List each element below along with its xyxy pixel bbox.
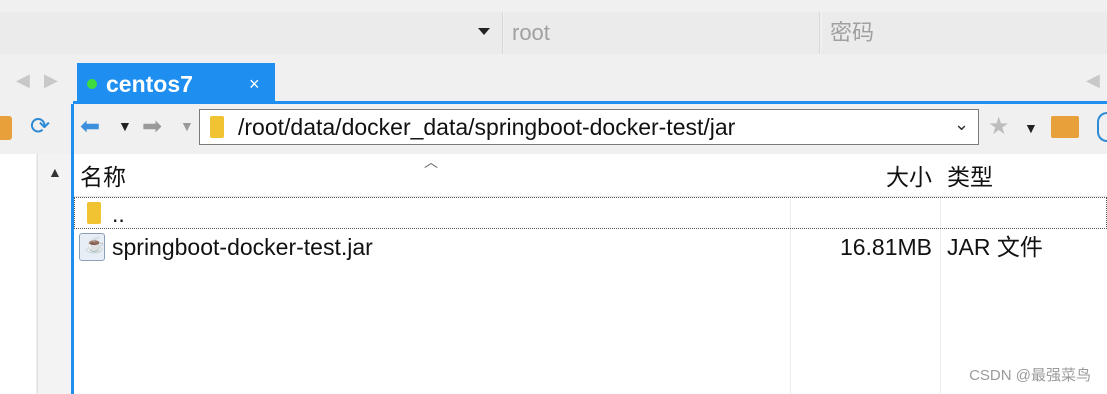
list-item[interactable]: .. [74, 197, 1107, 229]
file-list: ︿ 名称 大小 类型 .. ☕ springboot-docker-test.j… [74, 154, 1107, 394]
refresh-icon[interactable] [1097, 112, 1107, 142]
forward-dropdown-icon[interactable]: ▼ [180, 118, 194, 134]
file-size: 16.81MB [839, 234, 932, 260]
host-dropdown-icon[interactable] [478, 28, 490, 35]
tab-label: centos7 [106, 71, 193, 97]
java-jar-icon: ☕ [79, 233, 105, 261]
path-text: /root/data/docker_data/springboot-docker… [238, 114, 736, 140]
back-dropdown-icon[interactable]: ▼ [118, 118, 132, 134]
forward-icon[interactable]: ➡ [142, 112, 162, 142]
tab-list-left-icon[interactable]: ◀ [1086, 70, 1100, 91]
password-input[interactable]: 密码 [822, 12, 1107, 54]
tab-scroll-left-icon[interactable]: ◀ [16, 70, 30, 91]
list-header: ︿ 名称 大小 类型 [74, 154, 1107, 197]
tab-centos7[interactable]: centos7 × [77, 63, 275, 103]
tab-scroll-right-icon[interactable]: ▶ [44, 70, 58, 91]
home-folder-icon[interactable] [0, 116, 12, 140]
watermark: CSDN @最强菜鸟 [969, 367, 1091, 384]
list-item[interactable]: ☕ springboot-docker-test.jar 16.81MB JAR… [74, 231, 1107, 263]
path-input[interactable]: /root/data/docker_data/springboot-docker… [199, 109, 979, 145]
refresh-icon[interactable]: ⟳ [30, 112, 50, 142]
username-input[interactable]: root [504, 12, 820, 54]
file-type: JAR 文件 [947, 234, 1043, 260]
login-bar: root 密码 [0, 0, 1107, 56]
folder-icon [87, 202, 101, 224]
column-header-name[interactable]: 名称 [80, 160, 126, 194]
file-name: springboot-docker-test.jar [112, 234, 373, 260]
column-header-type[interactable]: 类型 [947, 160, 993, 194]
left-scrollbar[interactable]: ▲ [37, 154, 71, 394]
host-select[interactable] [0, 12, 503, 54]
scroll-up-icon[interactable]: ▲ [48, 164, 62, 180]
bookmark-star-icon[interactable]: ★ [988, 112, 1010, 142]
close-tab-icon[interactable]: × [249, 71, 260, 97]
file-name: .. [112, 201, 125, 227]
column-header-size[interactable]: 大小 [886, 160, 932, 194]
folder-icon [210, 116, 224, 138]
bookmark-dropdown-icon[interactable]: ▼ [1024, 120, 1038, 136]
left-file-list [0, 154, 36, 394]
back-icon[interactable]: ⬅ [80, 112, 100, 142]
sort-asc-icon: ︿ [424, 154, 438, 170]
connection-status-icon [87, 79, 97, 89]
chevron-down-icon[interactable]: ⌄ [954, 114, 969, 135]
home-folder-icon[interactable] [1051, 116, 1079, 138]
